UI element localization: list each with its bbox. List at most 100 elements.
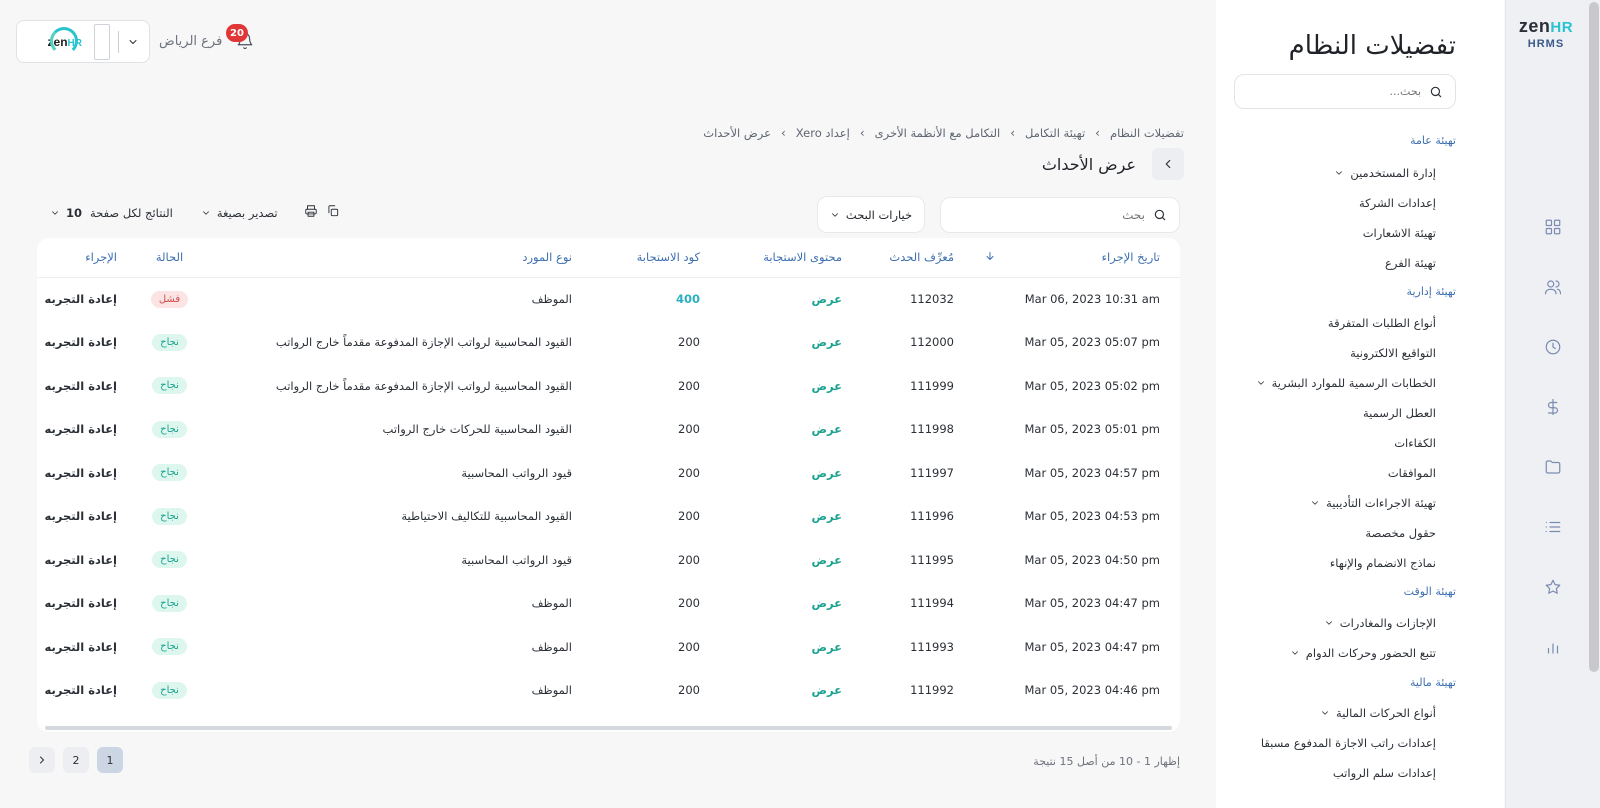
settings-menu-item[interactable]: الإجازات والمغادرات: [1324, 616, 1436, 630]
table-search-input[interactable]: [955, 208, 1145, 222]
retry-button[interactable]: إعادة التجربه: [37, 364, 137, 408]
settings-menu-item[interactable]: تهيئة الاجراءات التأديبية: [1310, 496, 1436, 510]
print-icon[interactable]: [304, 204, 318, 221]
col-header-event-id[interactable]: مُعرِّف الحدث: [850, 238, 962, 278]
settings-menu-item[interactable]: إعدادات راتب الاجازة المدفوع مسبقا: [1261, 736, 1436, 750]
breadcrumb-item[interactable]: إعداد Xero: [796, 126, 850, 140]
notifications-button[interactable]: 20: [226, 24, 254, 53]
rail-scrollbar[interactable]: [1589, 2, 1599, 672]
folder-icon[interactable]: [1543, 457, 1563, 477]
settings-menu-item[interactable]: إعدادات سلم الرواتب: [1333, 766, 1436, 780]
settings-menu-item[interactable]: الموافقات: [1388, 466, 1436, 480]
notifications-badge: 20: [226, 24, 248, 42]
settings-menu-item[interactable]: الخطابات الرسمية للموارد البشرية: [1256, 376, 1436, 390]
retry-button[interactable]: إعادة التجربه: [37, 495, 137, 539]
list-icon[interactable]: [1543, 517, 1563, 537]
settings-menu-item[interactable]: تتبع الحضور وحركات الدوام: [1290, 646, 1436, 660]
cell-resource-type: القيود المحاسبية لرواتب الإجازة المدفوعة…: [275, 335, 572, 350]
cell-event-id: 111998: [910, 422, 954, 437]
retry-button[interactable]: إعادة التجربه: [37, 669, 137, 713]
settings-menu-item[interactable]: أنواع الطلبات المتفرقة: [1328, 316, 1436, 330]
export-dropdown[interactable]: تصدير بصيغة: [201, 206, 278, 220]
cell-response-content[interactable]: عرض: [708, 582, 850, 626]
cell-response-code: 200: [678, 378, 700, 393]
avatar: [94, 23, 110, 60]
settings-menu-item[interactable]: الكفاءات: [1394, 436, 1436, 450]
breadcrumb-item[interactable]: التكامل مع الأنظمة الأخرى: [875, 126, 1001, 140]
page-button[interactable]: 1: [97, 747, 123, 773]
table-row: Mar 05, 2023 04:57 pm 111997 عرض 200 قيود ال…: [37, 451, 1180, 495]
next-page-button[interactable]: [29, 747, 55, 773]
settings-menu-item[interactable]: إدارة المستخدمين: [1334, 166, 1436, 180]
retry-button[interactable]: إعادة التجربه: [37, 321, 137, 365]
retry-button[interactable]: إعادة التجربه: [37, 277, 137, 321]
col-header-date[interactable]: تاريخ الإجراء: [1004, 238, 1180, 278]
status-badge: نجاح: [152, 681, 187, 699]
retry-button[interactable]: إعادة التجربه: [37, 625, 137, 669]
settings-menu-item[interactable]: حقول مخصصة: [1365, 526, 1436, 540]
app-logo[interactable]: zenHR HRMS: [1514, 16, 1578, 50]
breadcrumb-item[interactable]: تفضيلات النظام: [1110, 126, 1184, 140]
sort-icon[interactable]: [962, 238, 1004, 278]
breadcrumb-item[interactable]: تهيئة التكامل: [1025, 126, 1085, 140]
chevron-down-icon: [1325, 621, 1332, 625]
chevron-down-icon: [202, 210, 209, 215]
settings-menu-label: حقول مخصصة: [1365, 526, 1436, 540]
dashboard-icon[interactable]: [1543, 217, 1563, 237]
settings-section-header: تهيئة عامة: [1410, 134, 1456, 147]
reports-icon[interactable]: [1543, 637, 1563, 657]
cell-response-content[interactable]: عرض: [708, 364, 850, 408]
users-icon[interactable]: [1543, 277, 1563, 297]
cell-status: نجاح: [137, 364, 202, 408]
star-icon[interactable]: [1543, 577, 1563, 597]
clock-icon[interactable]: [1543, 337, 1563, 357]
cell-response-content[interactable]: عرض: [708, 669, 850, 713]
cell-status: فشل: [137, 277, 202, 321]
back-button[interactable]: [1152, 148, 1184, 180]
settings-section-header: تهيئة مالية: [1410, 676, 1456, 689]
cell-response-content[interactable]: عرض: [708, 538, 850, 582]
settings-menu-item[interactable]: التواقيع الالكترونية: [1350, 346, 1436, 360]
events-table: تاريخ الإجراء مُعرِّف الحدث محتوى الاستج…: [37, 238, 1180, 712]
col-header-resource-type[interactable]: نوع المورد: [202, 238, 580, 278]
results-info: إظهار 1 - 10 من أصل 15 نتيجة: [1033, 755, 1180, 768]
search-options-button[interactable]: خيارات البحث: [817, 196, 925, 233]
settings-menu-item[interactable]: تهيئة الفرع: [1385, 256, 1436, 270]
copy-icon[interactable]: [326, 204, 340, 221]
app-logo-text: zenHR: [1518, 16, 1574, 36]
retry-button[interactable]: إعادة التجربه: [37, 582, 137, 626]
table-horizontal-scrollbar[interactable]: [45, 726, 1172, 730]
cell-spacer: [962, 495, 1004, 539]
per-page-value: 10: [66, 205, 83, 220]
per-page-select[interactable]: 10: [50, 206, 82, 220]
table-search[interactable]: [940, 197, 1180, 233]
col-header-response-content[interactable]: محتوى الاستجابة: [708, 238, 850, 278]
settings-menu-item[interactable]: أنواع الحركات المالية: [1320, 706, 1436, 720]
cell-response-content[interactable]: عرض: [708, 408, 850, 452]
cell-response-content[interactable]: عرض: [708, 321, 850, 365]
company-switcher[interactable]: zenHR: [16, 20, 150, 63]
col-header-response-code[interactable]: كود الاستجابة: [580, 238, 708, 278]
cell-response-code: 200: [678, 596, 700, 611]
cell-date: Mar 05, 2023 04:57 pm: [1024, 465, 1160, 480]
cell-event-id: 111992: [910, 683, 954, 698]
dollar-icon[interactable]: [1543, 397, 1563, 417]
cell-status: نجاح: [137, 625, 202, 669]
col-header-status[interactable]: الحالة: [137, 238, 202, 278]
cell-status: نجاح: [137, 321, 202, 365]
retry-button[interactable]: إعادة التجربه: [37, 408, 137, 452]
cell-response-content[interactable]: عرض: [708, 277, 850, 321]
settings-menu-item[interactable]: إعدادات الشركة: [1359, 196, 1436, 210]
cell-response-content[interactable]: عرض: [708, 625, 850, 669]
branch-name[interactable]: فرع الرياض: [159, 34, 222, 49]
settings-search[interactable]: [1234, 74, 1456, 109]
retry-button[interactable]: إعادة التجربه: [37, 451, 137, 495]
cell-response-content[interactable]: عرض: [708, 495, 850, 539]
settings-menu-item[interactable]: نماذج الانضمام والإنهاء: [1330, 556, 1436, 570]
settings-search-input[interactable]: [1251, 85, 1421, 98]
page-button[interactable]: 2: [63, 747, 89, 773]
retry-button[interactable]: إعادة التجربه: [37, 538, 137, 582]
settings-menu-item[interactable]: تهيئة الاشعارات: [1363, 226, 1436, 240]
cell-response-content[interactable]: عرض: [708, 451, 850, 495]
settings-menu-item[interactable]: العطل الرسمية: [1363, 406, 1436, 420]
